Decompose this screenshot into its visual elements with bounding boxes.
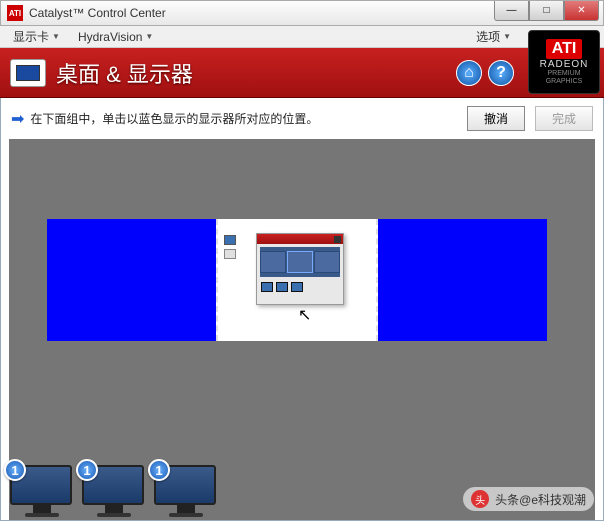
help-button[interactable]: ?	[488, 60, 514, 86]
titlebar: ATI Catalyst™ Control Center — □ ✕	[0, 0, 604, 26]
mini-display-icon	[291, 282, 303, 292]
mini-canvas	[260, 247, 340, 277]
menu-label: HydraVision	[78, 30, 142, 44]
content-area: ➡ 在下面组中，单击以蓝色显示的显示器所对应的位置。 撤消 完成	[0, 98, 604, 521]
mini-logo-icon	[334, 236, 341, 243]
arrow-right-icon: ➡	[11, 109, 24, 129]
minimize-button[interactable]: —	[494, 1, 529, 21]
menu-label: 选项	[476, 28, 500, 45]
close-button[interactable]: ✕	[564, 1, 599, 21]
right-display-region[interactable]	[378, 219, 547, 341]
home-button[interactable]: ⌂	[456, 60, 482, 86]
page-title: 桌面 & 显示器	[56, 57, 193, 89]
monitor-thumbnail[interactable]: 1	[10, 465, 74, 517]
menu-options[interactable]: 选项 ▼	[469, 25, 518, 48]
monitor-thumbnail[interactable]: 1	[154, 465, 218, 517]
desktop-shortcut-icon	[224, 249, 236, 259]
mini-ccc-window	[256, 233, 344, 305]
mini-display-icon	[276, 282, 288, 292]
desktop-shortcut-icon	[224, 235, 236, 245]
monitor-number-badge: 1	[4, 459, 26, 481]
center-display-region[interactable]: ↖	[216, 219, 378, 341]
chevron-down-icon: ▼	[145, 32, 153, 41]
mini-monitor-icon	[314, 251, 340, 273]
chevron-down-icon: ▼	[503, 32, 511, 41]
mini-titlebar	[257, 234, 343, 244]
mini-icon-row	[257, 280, 343, 294]
ati-line1: RADEON	[540, 59, 589, 70]
header-bar: 桌面 & 显示器 ⌂ ? ATI RADEON PREMIUMGRAPHICS	[0, 48, 604, 98]
watermark-text: 头条@e科技观潮	[495, 491, 586, 508]
instruction-row: ➡ 在下面组中，单击以蓝色显示的显示器所对应的位置。 撤消 完成	[1, 98, 603, 139]
mini-display-icon	[261, 282, 273, 292]
ati-brand: ATI	[546, 39, 583, 59]
monitor-number-badge: 1	[148, 459, 170, 481]
monitor-number-badge: 1	[76, 459, 98, 481]
menubar: 显示卡 ▼ HydraVision ▼ 选项 ▼	[0, 26, 604, 48]
desktop-displays-icon	[10, 59, 46, 87]
menu-display-card[interactable]: 显示卡 ▼	[6, 25, 67, 48]
window-title: Catalyst™ Control Center	[29, 6, 166, 20]
finish-button: 完成	[535, 106, 593, 131]
instruction-text: 在下面组中，单击以蓝色显示的显示器所对应的位置。	[30, 110, 457, 127]
watermark-icon: 头	[471, 490, 489, 508]
ati-logo: ATI RADEON PREMIUMGRAPHICS	[528, 30, 600, 94]
left-display-region[interactable]	[47, 219, 216, 341]
monitor-thumbnails: 1 1 1	[10, 465, 218, 517]
chevron-down-icon: ▼	[52, 32, 60, 41]
cursor-icon: ↖	[298, 305, 311, 325]
monitor-thumbnail[interactable]: 1	[82, 465, 146, 517]
mini-monitor-icon	[287, 251, 313, 273]
ati-line2: PREMIUM	[547, 70, 580, 77]
window-controls: — □ ✕	[494, 1, 599, 21]
maximize-button[interactable]: □	[529, 1, 564, 21]
mini-monitor-icon	[260, 251, 286, 273]
app-icon: ATI	[7, 5, 23, 21]
display-layout-canvas[interactable]: ↖	[9, 139, 595, 520]
cancel-button[interactable]: 撤消	[467, 106, 525, 131]
watermark: 头 头条@e科技观潮	[463, 487, 594, 511]
panorama-strip: ↖	[47, 219, 547, 341]
ati-line3: GRAPHICS	[546, 78, 583, 85]
menu-label: 显示卡	[13, 28, 49, 45]
menu-hydravision[interactable]: HydraVision ▼	[71, 27, 160, 47]
